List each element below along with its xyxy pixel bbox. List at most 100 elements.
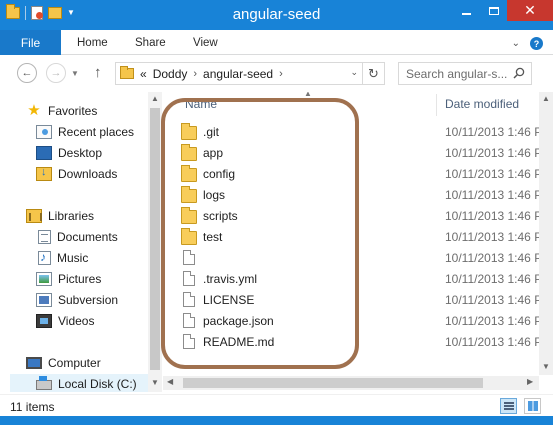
- address-dropdown-chevron-icon[interactable]: ⌄: [350, 67, 358, 78]
- sidebar-item-label: Pictures: [58, 272, 102, 286]
- file-icon: [183, 313, 195, 328]
- file-icon: [183, 271, 195, 286]
- scroll-down-icon[interactable]: ▼: [539, 362, 553, 371]
- sidebar-item-favorites[interactable]: ★ Favorites: [26, 102, 97, 120]
- close-button[interactable]: ✕: [507, 0, 553, 21]
- search-box[interactable]: [398, 62, 532, 85]
- file-date: 10/11/2013 1:46 PM: [445, 208, 553, 223]
- file-row[interactable]: 10/11/2013 1:46 PM: [181, 247, 553, 268]
- file-row[interactable]: .travis.yml 10/11/2013 1:46 PM: [181, 268, 553, 289]
- file-date: 10/11/2013 1:46 PM: [445, 145, 553, 160]
- file-row[interactable]: .git 10/11/2013 1:46 PM: [181, 121, 553, 142]
- scroll-left-icon[interactable]: ◀: [167, 377, 173, 386]
- sidebar-item-recent-places[interactable]: Recent places: [36, 123, 134, 141]
- file-row[interactable]: scripts 10/11/2013 1:46 PM: [181, 205, 553, 226]
- tab-share[interactable]: Share: [135, 37, 166, 49]
- breadcrumb-chevron-icon[interactable]: ›: [193, 68, 197, 80]
- status-bar: 11 items: [0, 394, 553, 416]
- sidebar-item-label: Recent places: [58, 125, 135, 139]
- breadcrumb-overflow[interactable]: «: [140, 67, 147, 81]
- maximize-button[interactable]: [480, 0, 507, 21]
- ribbon: File Home Share View ⌄ ?: [0, 30, 553, 55]
- toolbar-separator: [25, 6, 26, 20]
- forward-button[interactable]: →: [46, 63, 66, 83]
- large-icons-view-button[interactable]: [524, 398, 541, 414]
- sidebar-item-videos[interactable]: Videos: [36, 312, 94, 330]
- minimize-button[interactable]: [453, 0, 480, 21]
- file-list-horizontal-scrollbar[interactable]: ◀ ▶: [163, 376, 539, 390]
- breadcrumb-item-doddy[interactable]: Doddy: [153, 67, 188, 81]
- sidebar-item-label: Desktop: [58, 146, 103, 160]
- tab-file[interactable]: File: [0, 30, 61, 55]
- properties-icon[interactable]: [31, 6, 43, 20]
- column-header-name[interactable]: Name: [185, 97, 217, 111]
- sidebar-item-pictures[interactable]: Pictures: [36, 270, 101, 288]
- scrollbar-thumb[interactable]: [183, 378, 483, 388]
- scroll-right-icon[interactable]: ▶: [527, 377, 533, 386]
- search-input[interactable]: [399, 63, 511, 84]
- file-row[interactable]: logs 10/11/2013 1:46 PM: [181, 184, 553, 205]
- scroll-up-icon[interactable]: ▲: [539, 94, 553, 103]
- sidebar-item-label: Music: [57, 251, 89, 265]
- file-name: scripts: [203, 208, 238, 223]
- folder-icon: [181, 206, 197, 224]
- help-icon[interactable]: ?: [530, 37, 543, 50]
- back-button[interactable]: ←: [17, 63, 37, 83]
- details-view-icon: [503, 402, 514, 410]
- sidebar-item-label: Local Disk (C:): [58, 377, 137, 391]
- navigation-pane-scrollbar[interactable]: ▲ ▼: [148, 92, 162, 392]
- ribbon-controls: ⌄ ?: [512, 37, 543, 50]
- desktop-icon: [36, 146, 52, 160]
- address-bar[interactable]: « Doddy › angular-seed › ⌄ ↻: [115, 62, 385, 85]
- expand-ribbon-chevron-icon[interactable]: ⌄: [512, 38, 520, 49]
- file-row[interactable]: README.md 10/11/2013 1:46 PM: [181, 331, 553, 352]
- sidebar-item-downloads[interactable]: Downloads: [36, 165, 117, 183]
- sidebar-item-desktop[interactable]: Desktop: [36, 144, 102, 162]
- search-icon[interactable]: [513, 67, 525, 79]
- up-arrow-icon[interactable]: ↑: [94, 64, 102, 81]
- sort-ascending-icon: ▲: [304, 92, 312, 98]
- tab-view[interactable]: View: [193, 37, 218, 49]
- file-name: logs: [203, 187, 226, 202]
- breadcrumb-chevron-icon[interactable]: ›: [279, 68, 283, 80]
- file-row[interactable]: package.json 10/11/2013 1:46 PM: [181, 310, 553, 331]
- column-header-date-modified[interactable]: Date modified: [445, 97, 519, 111]
- recent-locations-chevron-icon[interactable]: ▼: [71, 69, 79, 78]
- file-date: 10/11/2013 1:46 PM: [445, 271, 553, 286]
- details-view-button[interactable]: [500, 398, 517, 414]
- file-row[interactable]: config 10/11/2013 1:46 PM: [181, 163, 553, 184]
- scroll-down-icon[interactable]: ▼: [148, 378, 162, 387]
- sidebar-item-documents[interactable]: Documents: [36, 228, 118, 246]
- sidebar-item-label: Documents: [57, 230, 118, 244]
- file-row[interactable]: app 10/11/2013 1:46 PM: [181, 142, 553, 163]
- sidebar-item-local-disk[interactable]: Local Disk (C:): [10, 374, 150, 392]
- sidebar-item-computer[interactable]: Computer: [26, 354, 101, 372]
- sidebar-item-music[interactable]: Music: [36, 249, 88, 267]
- sidebar-item-label: Videos: [58, 314, 95, 328]
- folder-icon[interactable]: [6, 4, 20, 19]
- folder-icon: [181, 164, 197, 182]
- tab-home[interactable]: Home: [77, 37, 108, 49]
- file-row[interactable]: test 10/11/2013 1:46 PM: [181, 226, 553, 247]
- file-row[interactable]: LICENSE 10/11/2013 1:46 PM: [181, 289, 553, 310]
- customize-toolbar-chevron-icon[interactable]: ▼: [67, 8, 75, 18]
- sidebar-item-subversion[interactable]: Subversion: [36, 291, 118, 309]
- refresh-icon[interactable]: ↻: [362, 63, 384, 84]
- file-list-vertical-scrollbar[interactable]: ▲ ▼: [539, 92, 553, 375]
- file-name: LICENSE: [203, 292, 255, 307]
- scroll-up-icon[interactable]: ▲: [148, 94, 162, 103]
- column-divider[interactable]: [436, 94, 437, 116]
- file-date: 10/11/2013 1:46 PM: [445, 124, 553, 139]
- sidebar-item-label: Subversion: [58, 293, 119, 307]
- file-name: .travis.yml: [203, 271, 257, 286]
- sidebar-item-libraries[interactable]: Libraries: [26, 207, 94, 225]
- breadcrumb-item-angular-seed[interactable]: angular-seed: [203, 67, 273, 81]
- folder-icon: [181, 227, 197, 245]
- scrollbar-thumb[interactable]: [150, 108, 160, 370]
- new-folder-icon[interactable]: [48, 7, 62, 19]
- close-icon: ✕: [524, 2, 536, 18]
- file-icon: [183, 292, 195, 307]
- file-icon: [183, 250, 195, 265]
- file-date: 10/11/2013 1:46 PM: [445, 250, 553, 265]
- quick-access-toolbar: ▼: [6, 4, 75, 20]
